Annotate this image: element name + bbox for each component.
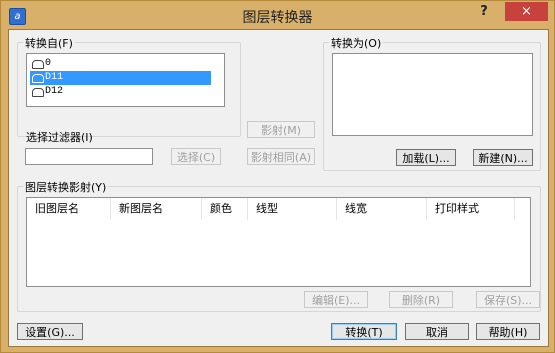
save-button[interactable]: 保存(S)...: [476, 291, 540, 308]
convert-to-group: 转换为(O) 加载(L)... 新建(N)...: [323, 35, 541, 171]
new-button[interactable]: 新建(N)...: [473, 149, 533, 166]
convert-from-list[interactable]: 0 D11 D12: [26, 53, 225, 107]
edit-button[interactable]: 编辑(E)...: [304, 291, 368, 308]
load-button[interactable]: 加载(L)...: [396, 149, 456, 166]
layer-name: D11: [45, 72, 64, 83]
help-title-button[interactable]: ?: [470, 3, 498, 21]
layer-item-d12[interactable]: D12: [30, 85, 63, 99]
dialog-client: 转换自(F) 0 D11 D12 选择过滤器(I) 选择(C) 影射(M) 影射…: [8, 29, 549, 347]
cancel-button[interactable]: 取消: [405, 323, 469, 340]
column-header-plot-style[interactable]: 打印样式: [427, 198, 515, 220]
layer-item-0[interactable]: 0: [30, 57, 51, 71]
layer-name: 0: [45, 58, 52, 69]
close-button[interactable]: ×: [505, 2, 548, 21]
column-header-new-layer[interactable]: 新图层名: [111, 198, 202, 220]
convert-from-label: 转换自(F): [23, 35, 75, 51]
layer-translator-window: a 图层转换器 ? × 转换自(F) 0 D11 D12 选择过滤器(I) 选择…: [0, 0, 555, 353]
layer-icon: [32, 74, 44, 83]
layer-name: D12: [45, 86, 64, 97]
convert-from-group: 转换自(F) 0 D11 D12 选择过滤器(I): [17, 35, 241, 144]
convert-button[interactable]: 转换(T): [331, 323, 397, 340]
layer-icon: [32, 60, 44, 69]
mapping-group: 图层转换影射(Y) 旧图层名 新图层名 颜色 线型 线宽 打印样式 编辑(E).…: [17, 179, 541, 312]
layer-item-d11[interactable]: D11: [30, 71, 211, 85]
selection-filter-label: 选择过滤器(I): [26, 131, 93, 144]
map-button[interactable]: 影射(M): [247, 121, 315, 138]
map-same-button[interactable]: 影射相同(A): [247, 148, 315, 165]
selection-filter-input[interactable]: [25, 148, 153, 165]
column-header-linetype[interactable]: 线型: [248, 198, 337, 220]
layer-icon: [32, 88, 44, 97]
mapping-label: 图层转换影射(Y): [23, 179, 109, 195]
settings-button[interactable]: 设置(G)...: [17, 323, 83, 340]
column-header-color[interactable]: 颜色: [202, 198, 248, 220]
help-button[interactable]: 帮助(H): [476, 323, 540, 340]
column-header-lineweight[interactable]: 线宽: [337, 198, 427, 220]
convert-to-list[interactable]: [332, 53, 533, 136]
select-button[interactable]: 选择(C): [171, 148, 221, 165]
title-bar[interactable]: a 图层转换器 ? ×: [1, 1, 554, 29]
convert-to-label: 转换为(O): [329, 35, 384, 51]
delete-button[interactable]: 删除(R): [389, 291, 453, 308]
column-header-old-layer[interactable]: 旧图层名: [27, 198, 111, 220]
mapping-table[interactable]: 旧图层名 新图层名 颜色 线型 线宽 打印样式: [26, 197, 531, 287]
